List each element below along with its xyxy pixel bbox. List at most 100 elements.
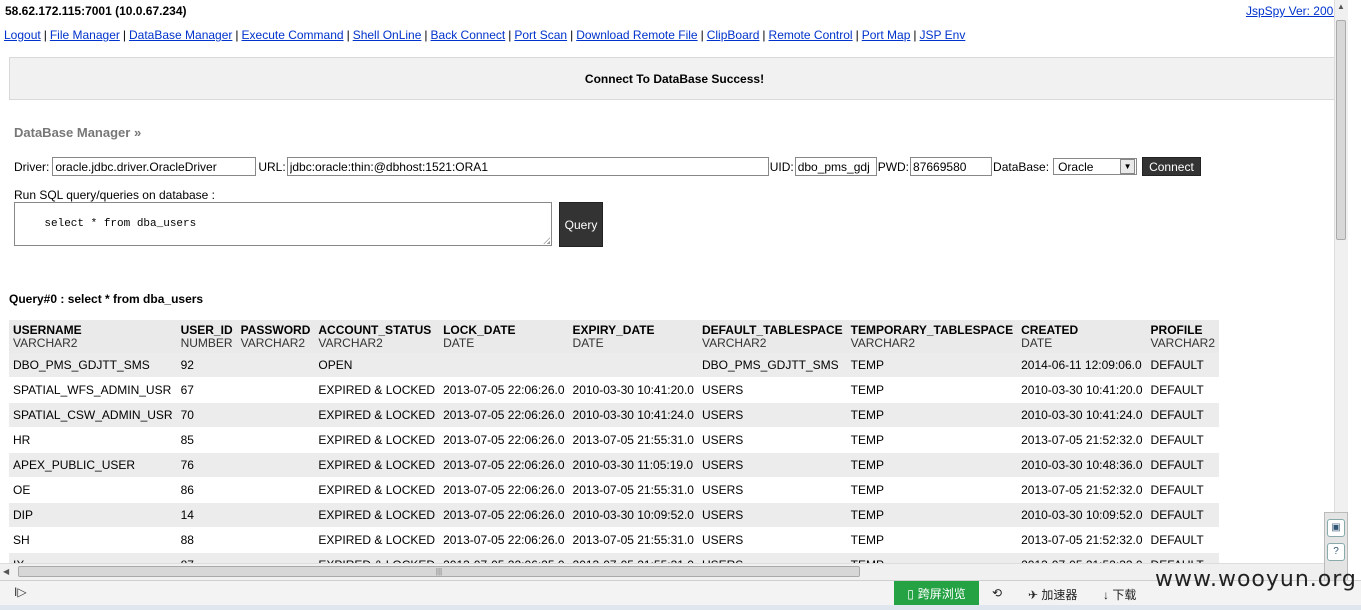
feedback-icon[interactable]: ▣ [1327,519,1345,537]
nav-link-logout[interactable]: Logout [4,28,41,42]
query-button[interactable]: Query [559,202,603,247]
nav-link-jsp-env[interactable]: JSP Env [920,28,966,42]
table-cell: 2013-07-05 22:06:26.0 [439,427,569,453]
table-cell [236,527,315,553]
uid-input[interactable] [794,157,877,176]
scroll-up-icon[interactable]: ▲ [1337,2,1345,11]
table-cell: 92 [176,353,237,378]
horizontal-scroll-thumb[interactable]: ||| [18,566,860,577]
table-cell: 14 [176,502,237,528]
nav-link-shell-online[interactable]: Shell OnLine [353,28,422,42]
column-header: PROFILE VARCHAR2 [1146,320,1220,353]
database-select[interactable]: Oracle ▼ [1053,158,1138,175]
table-cell: DIP [9,502,177,528]
connection-form: Driver: URL: UID: PWD: DataBase: Oracle … [14,157,1201,176]
nav-link-execute-command[interactable]: Execute Command [242,28,344,42]
browser-page: 58.62.172.115:7001 (10.0.67.234) JspSpy … [0,0,1348,563]
help-icon[interactable]: ? [1327,543,1345,561]
column-type: VARCHAR2 [318,336,383,350]
column-header: TEMPORARY_TABLESPACE VARCHAR2 [846,320,1018,353]
table-body: DBO_PMS_GDJTT_SMS 92 OPEN DBO_PMS_GDJTT_SMS… [9,353,1220,563]
result-table-container: USERNAME VARCHAR2 USER_ID NUMBER PASSWORD VAR… [9,320,1348,563]
table-cell [439,353,569,378]
column-name: ACCOUNT_STATUS [318,323,432,337]
refresh-icon[interactable]: ⟲ [992,586,1002,600]
table-cell: USERS [697,402,847,428]
nav-separator: | [235,28,239,42]
table-cell: 2013-07-05 21:52:32.0 [1017,552,1147,563]
table-cell: 2010-03-30 10:41:20.0 [1017,377,1147,403]
vertical-scroll-thumb[interactable] [1336,20,1346,240]
table-cell: 2010-03-30 10:41:20.0 [568,377,698,403]
nav-link-database-manager[interactable]: DataBase Manager [129,28,232,42]
table-cell [236,353,315,378]
horizontal-scrollbar[interactable]: ◀ ||| ▶ [0,563,1348,580]
table-cell: 2010-03-30 10:41:24.0 [1017,402,1147,428]
column-type: NUMBER [180,336,233,350]
nav-link-port-map[interactable]: Port Map [862,28,911,42]
table-cell: DEFAULT [1146,353,1220,378]
resize-grip-icon[interactable] [543,237,550,244]
download-button[interactable]: ↓ 下载 [1103,586,1136,603]
vertical-scrollbar[interactable]: ▲ ▼ [1334,0,1348,563]
url-input[interactable] [286,157,769,176]
table-cell: OE [9,477,177,503]
table-cell: EXPIRED & LOCKED [314,527,440,553]
cross-screen-button[interactable]: ▯ 跨屏浏览 [894,581,979,606]
table-cell [236,427,315,453]
table-cell: TEMP [846,452,1018,478]
table-cell: EXPIRED & LOCKED [314,502,440,528]
phone-icon: ▯ [907,586,914,601]
table-cell: SPATIAL_CSW_ADMIN_USR [9,402,177,428]
driver-label: Driver: [14,159,50,174]
table-row: HR 85 EXPIRED & LOCKED 2013-07-05 22:06:26.… [9,427,1220,453]
accelerator-button[interactable]: ✈ 加速器 [1028,586,1077,603]
table-cell: DEFAULT [1146,502,1220,528]
table-header-row: USERNAME VARCHAR2 USER_ID NUMBER PASSWORD VAR… [9,320,1220,353]
table-cell: 2013-07-05 22:06:26.0 [439,452,569,478]
nav-link-remote-control[interactable]: Remote Control [769,28,853,42]
table-cell: 2013-07-05 22:06:26.0 [439,402,569,428]
table-cell: USERS [697,552,847,563]
nav-link-file-manager[interactable]: File Manager [50,28,120,42]
table-cell: 2013-07-05 21:52:32.0 [1017,527,1147,553]
column-name: PROFILE [1150,323,1203,337]
column-name: TEMPORARY_TABLESPACE [850,323,1014,337]
table-cell: 2013-07-05 21:55:31.0 [568,527,698,553]
column-type: DATE [572,336,604,350]
pwd-input[interactable] [910,157,993,176]
column-type: VARCHAR2 [240,336,306,350]
nav-link-back-connect[interactable]: Back Connect [431,28,506,42]
table-cell: USERS [697,527,847,553]
table-cell: USERS [697,377,847,403]
table-cell [236,452,315,478]
nav-separator: | [855,28,859,42]
column-header: USERNAME VARCHAR2 [9,320,177,353]
table-cell: DEFAULT [1146,552,1220,563]
nav-link-port-scan[interactable]: Port Scan [514,28,567,42]
scroll-left-icon[interactable]: ◀ [3,567,9,576]
version-link[interactable]: JspSpy Ver: 2009 [1246,4,1340,18]
play-icon[interactable]: I▷ [14,585,27,599]
table-cell: 2010-03-30 10:09:52.0 [1017,502,1147,528]
table-cell [236,377,315,403]
nav-link-clipboard[interactable]: ClipBoard [707,28,760,42]
status-message: Connect To DataBase Success! [9,57,1340,100]
nav-link-download-remote-file[interactable]: Download Remote File [576,28,697,42]
table-row: DIP 14 EXPIRED & LOCKED 2013-07-05 22:06:26… [9,502,1220,528]
main-nav: Logout | File Manager | DataBase Manager | Exe… [4,28,965,42]
table-cell: HR [9,427,177,453]
table-cell: EXPIRED & LOCKED [314,402,440,428]
table-cell: 2013-07-05 21:52:32.0 [1017,427,1147,453]
driver-input[interactable] [52,157,257,176]
top-bar: 58.62.172.115:7001 (10.0.67.234) JspSpy … [5,4,1340,20]
connect-button[interactable]: Connect [1142,157,1201,176]
table-row: DBO_PMS_GDJTT_SMS 92 OPEN DBO_PMS_GDJTT_SMS… [9,353,1220,378]
table-cell: 2013-07-05 22:06:26.0 [439,377,569,403]
database-selected: Oracle [1058,159,1094,174]
sql-textarea[interactable]: select * from dba_users [14,202,552,246]
table-cell: 2014-06-11 12:09:06.0 [1017,353,1147,378]
column-type: DATE [1021,336,1053,350]
column-type: VARCHAR2 [850,336,916,350]
table-cell: TEMP [846,552,1018,563]
